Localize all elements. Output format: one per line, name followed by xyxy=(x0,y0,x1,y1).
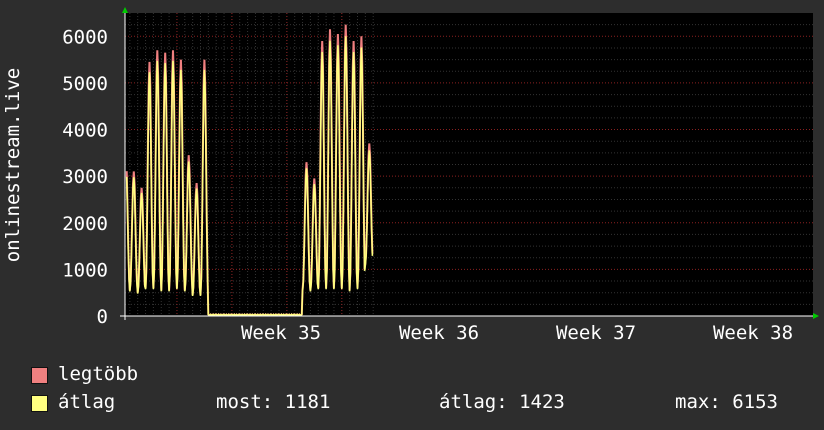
x-tick-label: Week 36 xyxy=(399,322,479,344)
legend-label-avg: átlag xyxy=(58,391,116,413)
x-tick-labels: Week 35 Week 36 Week 37 Week 38 xyxy=(241,322,793,344)
y-tick-labels: 0 1000 2000 3000 4000 5000 6000 xyxy=(62,26,108,328)
stat-max: max: 6153 xyxy=(675,391,778,413)
stat-average: átlag: 1423 xyxy=(439,391,565,413)
y-tick-label: 2000 xyxy=(62,213,108,235)
y-tick-label: 1000 xyxy=(62,259,108,281)
stat-now: most: 1181 xyxy=(216,391,331,413)
legend-swatch-avg xyxy=(31,395,48,412)
x-tick-label: Week 35 xyxy=(241,322,321,344)
legend-swatch-max xyxy=(31,367,48,384)
x-tick-label: Week 38 xyxy=(713,322,793,344)
plot-background xyxy=(125,13,813,316)
x-axis-arrow xyxy=(813,313,819,319)
y-tick-label: 0 xyxy=(97,306,108,328)
chart: 0 1000 2000 3000 4000 5000 6000 Week 35 Week 36… xyxy=(2,7,819,344)
y-tick-label: 4000 xyxy=(62,120,108,142)
y-axis-label: onlinestream.live xyxy=(2,68,24,262)
y-tick-label: 3000 xyxy=(62,166,108,188)
y-tick-label: 6000 xyxy=(62,26,108,48)
y-tick-label: 5000 xyxy=(62,73,108,95)
x-tick-label: Week 37 xyxy=(556,322,636,344)
legend-label-max: legtöbb xyxy=(58,363,139,385)
y-axis-arrow xyxy=(122,7,128,13)
